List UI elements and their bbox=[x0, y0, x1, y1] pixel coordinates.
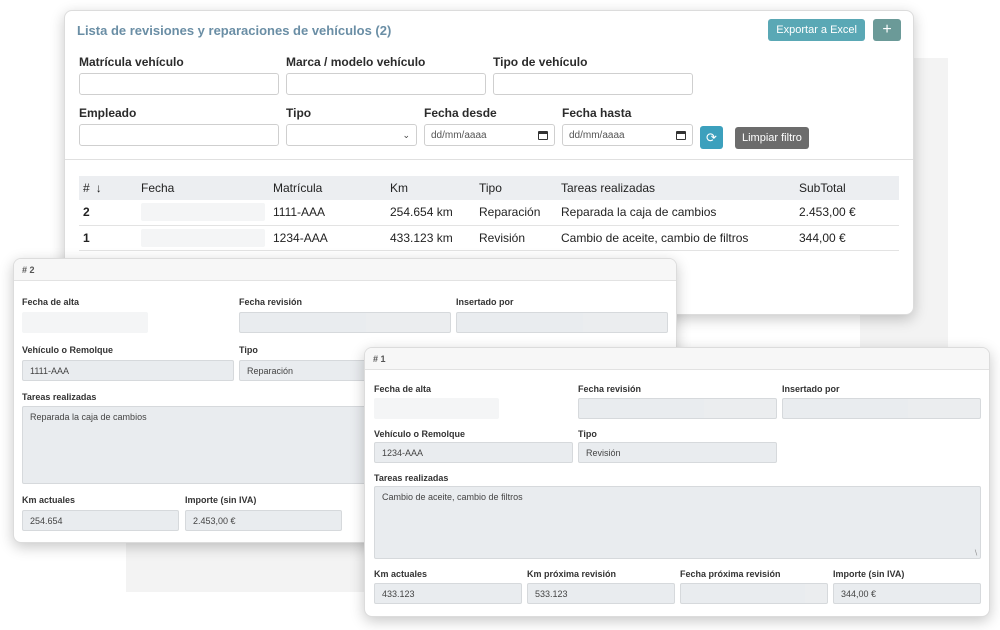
tareas-label: Tareas realizadas bbox=[22, 392, 97, 402]
row-subtotal: 344,00 € bbox=[795, 225, 899, 251]
insertado-field bbox=[456, 312, 668, 333]
column-header-subtotal[interactable]: SubTotal bbox=[795, 176, 899, 200]
fecha-alta-label: Fecha de alta bbox=[374, 384, 432, 394]
row-tareas: Reparada la caja de cambios bbox=[557, 200, 795, 226]
insertado-label: Insertado por bbox=[782, 384, 840, 394]
matricula-input[interactable] bbox=[79, 73, 279, 95]
export-excel-button[interactable]: Exportar a Excel bbox=[768, 19, 865, 41]
fecha-revision-label: Fecha revisión bbox=[578, 384, 642, 394]
matricula-label: Matrícula vehículo bbox=[79, 55, 184, 69]
column-header-num[interactable]: # ↓ bbox=[79, 176, 137, 200]
km-proxima-field: 533.123 bbox=[527, 583, 675, 604]
importe-field: 344,00 € bbox=[833, 583, 981, 604]
fecha-desde-input[interactable]: dd/mm/aaaa bbox=[424, 124, 555, 146]
tareas-textarea: Cambio de aceite, cambio de filtros ∖ bbox=[374, 486, 981, 559]
row-num: 2 bbox=[79, 200, 137, 226]
table-row[interactable]: 2 1111-AAA 254.654 km Reparación Reparad… bbox=[79, 200, 899, 226]
empleado-label: Empleado bbox=[79, 106, 137, 120]
row-fecha bbox=[137, 225, 269, 251]
importe-label: Importe (sin IVA) bbox=[185, 495, 257, 505]
tipo-label: Tipo bbox=[578, 429, 597, 439]
add-button[interactable]: + bbox=[873, 19, 901, 41]
column-header-fecha[interactable]: Fecha bbox=[137, 176, 269, 200]
fecha-alta-field bbox=[22, 312, 148, 333]
resize-grip-icon[interactable]: ∖ bbox=[974, 549, 978, 557]
fecha-hasta-placeholder: dd/mm/aaaa bbox=[569, 129, 625, 141]
card-header: # 1 bbox=[365, 348, 989, 370]
tipo-field: Revisión bbox=[578, 442, 777, 463]
row-tipo: Reparación bbox=[475, 200, 557, 226]
column-header-km[interactable]: Km bbox=[386, 176, 475, 200]
fecha-desde-label: Fecha desde bbox=[424, 106, 497, 120]
vehiculo-field: 1234-AAA bbox=[374, 442, 573, 463]
row-tipo: Revisión bbox=[475, 225, 557, 251]
refresh-icon[interactable]: ⟳ bbox=[700, 126, 723, 149]
km-proxima-label: Km próxima revisión bbox=[527, 569, 617, 579]
fecha-proxima-field bbox=[680, 583, 828, 604]
tipo-label: Tipo bbox=[286, 106, 312, 120]
column-header-tareas[interactable]: Tareas realizadas bbox=[557, 176, 795, 200]
km-label: Km actuales bbox=[22, 495, 76, 505]
sort-arrow-down-icon[interactable]: ↓ bbox=[96, 181, 102, 195]
tareas-label: Tareas realizadas bbox=[374, 473, 449, 483]
column-header-tipo[interactable]: Tipo bbox=[475, 176, 557, 200]
tipo-select[interactable]: ⌄ bbox=[286, 124, 417, 146]
km-field: 433.123 bbox=[374, 583, 522, 604]
fecha-revision-field bbox=[239, 312, 451, 333]
row-km: 433.123 km bbox=[386, 225, 475, 251]
revision-detail-card-1: # 1 Fecha de alta Fecha revisión Inserta… bbox=[364, 347, 990, 617]
fecha-revision-label: Fecha revisión bbox=[239, 297, 303, 307]
fecha-alta-label: Fecha de alta bbox=[22, 297, 80, 307]
divider bbox=[65, 159, 913, 160]
calendar-icon[interactable] bbox=[676, 130, 686, 140]
fecha-alta-field bbox=[374, 398, 499, 419]
vehiculo-label: Vehículo o Remolque bbox=[374, 429, 466, 439]
tipo-label: Tipo bbox=[239, 345, 258, 355]
fecha-hasta-input[interactable]: dd/mm/aaaa bbox=[562, 124, 693, 146]
revisions-table: # ↓ Fecha Matrícula Km Tipo Tareas realiz… bbox=[79, 176, 899, 251]
row-km: 254.654 km bbox=[386, 200, 475, 226]
tipo-vehiculo-label: Tipo de vehículo bbox=[493, 55, 588, 69]
km-label: Km actuales bbox=[374, 569, 428, 579]
fecha-hasta-label: Fecha hasta bbox=[562, 106, 632, 120]
km-field: 254.654 bbox=[22, 510, 179, 531]
empleado-input[interactable] bbox=[79, 124, 279, 146]
list-title: Lista de revisiones y reparaciones de ve… bbox=[77, 22, 392, 38]
vehiculo-field: 1111-AAA bbox=[22, 360, 234, 381]
column-header-matricula[interactable]: Matrícula bbox=[269, 176, 386, 200]
vehiculo-label: Vehículo o Remolque bbox=[22, 345, 114, 355]
chevron-down-icon: ⌄ bbox=[402, 129, 410, 140]
fecha-proxima-label: Fecha próxima revisión bbox=[680, 569, 781, 579]
row-tareas: Cambio de aceite, cambio de filtros bbox=[557, 225, 795, 251]
row-matricula: 1111-AAA bbox=[269, 200, 386, 226]
table-header-row: # ↓ Fecha Matrícula Km Tipo Tareas realiz… bbox=[79, 176, 899, 200]
row-fecha bbox=[137, 200, 269, 226]
background-panel bbox=[126, 540, 366, 592]
insertado-label: Insertado por bbox=[456, 297, 514, 307]
fecha-desde-placeholder: dd/mm/aaaa bbox=[431, 129, 487, 141]
list-header: Lista de revisiones y reparaciones de ve… bbox=[65, 11, 913, 49]
row-matricula: 1234-AAA bbox=[269, 225, 386, 251]
importe-label: Importe (sin IVA) bbox=[833, 569, 905, 579]
marca-input[interactable] bbox=[286, 73, 486, 95]
card-header: # 2 bbox=[14, 259, 676, 281]
fecha-revision-field bbox=[578, 398, 777, 419]
tipo-vehiculo-input[interactable] bbox=[493, 73, 693, 95]
calendar-icon[interactable] bbox=[538, 130, 548, 140]
clear-filter-button[interactable]: Limpiar filtro bbox=[735, 127, 809, 149]
row-num: 1 bbox=[79, 225, 137, 251]
row-subtotal: 2.453,00 € bbox=[795, 200, 899, 226]
marca-label: Marca / modelo vehículo bbox=[286, 55, 426, 69]
importe-field: 2.453,00 € bbox=[185, 510, 342, 531]
insertado-field bbox=[782, 398, 981, 419]
table-row[interactable]: 1 1234-AAA 433.123 km Revisión Cambio de… bbox=[79, 225, 899, 251]
